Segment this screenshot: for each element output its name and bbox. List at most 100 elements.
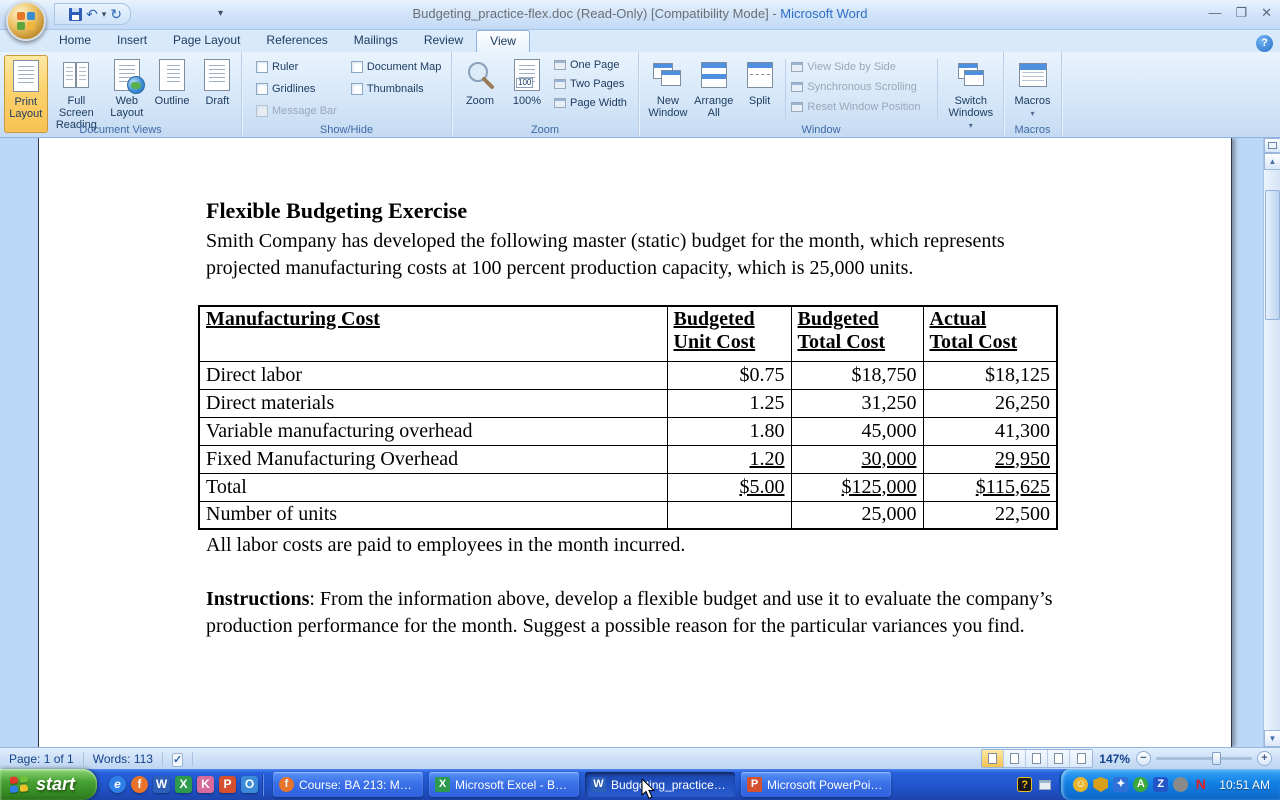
one-page-button[interactable]: One Page — [552, 58, 629, 72]
outlook-icon[interactable]: O — [241, 776, 258, 793]
keys-icon[interactable]: K — [197, 776, 214, 793]
draft-button[interactable]: Draft — [196, 55, 239, 133]
outline-icon — [159, 59, 185, 91]
full-screen-reading-icon — [63, 62, 89, 88]
outline-view-button[interactable] — [1048, 750, 1070, 767]
excel-task-icon: X — [435, 777, 450, 792]
help-icon[interactable]: ? — [1256, 35, 1273, 52]
volume-tray-icon[interactable] — [1173, 777, 1188, 792]
zoom-in-button[interactable]: + — [1257, 751, 1272, 766]
zoom-slider[interactable] — [1156, 757, 1252, 760]
group-macros: Macros ▾ Macros — [1004, 52, 1062, 137]
close-button[interactable]: ✕ — [1261, 6, 1272, 20]
zoom-out-button[interactable]: − — [1136, 751, 1151, 766]
page-indicator[interactable]: Page: 1 of 1 — [0, 752, 83, 766]
messenger-tray-icon[interactable]: ☺ — [1073, 777, 1088, 792]
task-button-excel[interactable]: X Microsoft Excel - Bud... — [429, 772, 579, 797]
table-row: Number of units 25,000 22,500 — [199, 501, 1057, 529]
word-icon[interactable]: W — [153, 776, 170, 793]
zonealarm-tray-icon[interactable]: Z — [1153, 777, 1168, 792]
gridlines-checkbox[interactable]: Gridlines — [254, 82, 339, 96]
document-page[interactable]: Flexible Budgeting Exercise Smith Compan… — [38, 138, 1232, 747]
minimize-button[interactable]: — — [1208, 6, 1221, 20]
restore-button[interactable]: ❐ — [1235, 6, 1247, 20]
view-side-by-side-icon — [791, 62, 803, 72]
scroll-down-icon[interactable]: ▼ — [1264, 730, 1280, 747]
one-page-icon — [554, 60, 566, 70]
excel-icon[interactable]: X — [175, 776, 192, 793]
office-logo-icon — [17, 12, 35, 30]
tab-references[interactable]: References — [253, 30, 340, 52]
message-bar-checkbox: Message Bar — [254, 104, 339, 118]
tab-mailings[interactable]: Mailings — [341, 30, 411, 52]
zoom-100-button[interactable]: 100 100% — [505, 55, 549, 110]
document-map-checkbox[interactable]: Document Map — [349, 60, 444, 74]
firefox-icon[interactable]: f — [131, 776, 148, 793]
print-layout-button[interactable]: Print Layout — [4, 55, 48, 133]
utility-tray-icon[interactable]: ✦ — [1113, 777, 1128, 792]
web-layout-view-button[interactable] — [1026, 750, 1048, 767]
mouse-cursor — [641, 779, 659, 800]
internet-explorer-icon[interactable]: e — [109, 776, 126, 793]
tab-home[interactable]: Home — [46, 30, 104, 52]
scrollbar-thumb[interactable] — [1265, 190, 1280, 320]
new-window-icon — [653, 62, 683, 88]
new-window-button[interactable]: New Window — [645, 55, 691, 134]
tab-page-layout[interactable]: Page Layout — [160, 30, 253, 52]
full-screen-reading-button[interactable]: Full Screen Reading — [50, 55, 104, 133]
web-layout-button[interactable]: Web Layout — [105, 55, 148, 133]
full-screen-view-button[interactable] — [1004, 750, 1026, 767]
split-icon — [747, 62, 773, 88]
document-note: All labor costs are paid to employees in… — [206, 532, 1072, 559]
group-label-zoom: Zoom — [452, 124, 638, 136]
outline-button[interactable]: Outline — [150, 55, 193, 133]
magnifier-icon — [465, 60, 495, 90]
norton-tray-icon[interactable]: N — [1193, 777, 1208, 792]
shield-tray-icon[interactable] — [1093, 777, 1108, 792]
task-button-word-active[interactable]: W Budgeting_practice-fl... — [585, 772, 735, 797]
office-button[interactable] — [6, 1, 46, 41]
tab-review[interactable]: Review — [411, 30, 476, 52]
ruler-toggle-button[interactable] — [1264, 138, 1280, 153]
view-side-by-side-button: View Side by Side — [789, 60, 933, 74]
zoom-level[interactable]: 147% — [1099, 752, 1130, 766]
document-heading: Flexible Budgeting Exercise — [206, 198, 1072, 224]
window-title: Budgeting_practice-flex.doc (Read-Only) … — [0, 6, 1280, 21]
split-button[interactable]: Split — [737, 55, 783, 134]
spellcheck-icon[interactable]: ✓ — [172, 753, 183, 767]
tab-view[interactable]: View — [476, 30, 530, 52]
page-width-button[interactable]: Page Width — [552, 96, 629, 110]
document-intro: Smith Company has developed the followin… — [206, 228, 1072, 282]
help-badge-icon[interactable]: ? — [1017, 777, 1032, 792]
arrange-all-icon — [701, 62, 727, 88]
document-map-checkbox-box — [351, 61, 363, 73]
quick-launch-bar: e f W X K P O — [109, 776, 258, 793]
table-row: Direct materials 1.25 31,250 26,250 — [199, 389, 1057, 417]
status-bar: Page: 1 of 1 Words: 113 ✓ 147% − + — [0, 747, 1280, 769]
vertical-scrollbar[interactable]: ▲ ▼ — [1263, 138, 1280, 747]
ruler-checkbox[interactable]: Ruler — [254, 60, 339, 74]
zoom-slider-thumb[interactable] — [1212, 752, 1221, 765]
powerpoint-icon[interactable]: P — [219, 776, 236, 793]
ribbon: Print Layout Full Screen Reading Web Lay… — [0, 52, 1280, 138]
scroll-up-icon[interactable]: ▲ — [1264, 153, 1280, 170]
switch-windows-button[interactable]: Switch Windows ▾ — [941, 55, 1001, 134]
task-button-firefox[interactable]: f Course: BA 213: Man... — [273, 772, 423, 797]
task-button-powerpoint[interactable]: P Microsoft PowerPoint ... — [741, 772, 891, 797]
display-settings-icon[interactable] — [1039, 780, 1051, 790]
draft-view-button[interactable] — [1070, 750, 1092, 767]
arrange-all-button[interactable]: Arrange All — [691, 55, 737, 134]
start-button[interactable]: start — [0, 769, 97, 800]
document-area: Flexible Budgeting Exercise Smith Compan… — [0, 138, 1280, 747]
two-pages-button[interactable]: Two Pages — [552, 77, 629, 91]
word-count[interactable]: Words: 113 — [84, 752, 162, 766]
thumbnails-checkbox[interactable]: Thumbnails — [349, 82, 444, 96]
antivirus-tray-icon[interactable]: A — [1133, 777, 1148, 792]
tab-insert[interactable]: Insert — [104, 30, 160, 52]
zoom-button[interactable]: Zoom — [458, 55, 502, 110]
print-layout-view-button[interactable] — [982, 750, 1004, 767]
macros-button[interactable]: Macros ▾ — [1008, 55, 1058, 122]
document-instructions: Instructions: From the information above… — [206, 586, 1072, 640]
switch-windows-icon — [956, 62, 986, 88]
taskbar: start e f W X K P O f Course: BA 213: Ma… — [0, 769, 1280, 800]
